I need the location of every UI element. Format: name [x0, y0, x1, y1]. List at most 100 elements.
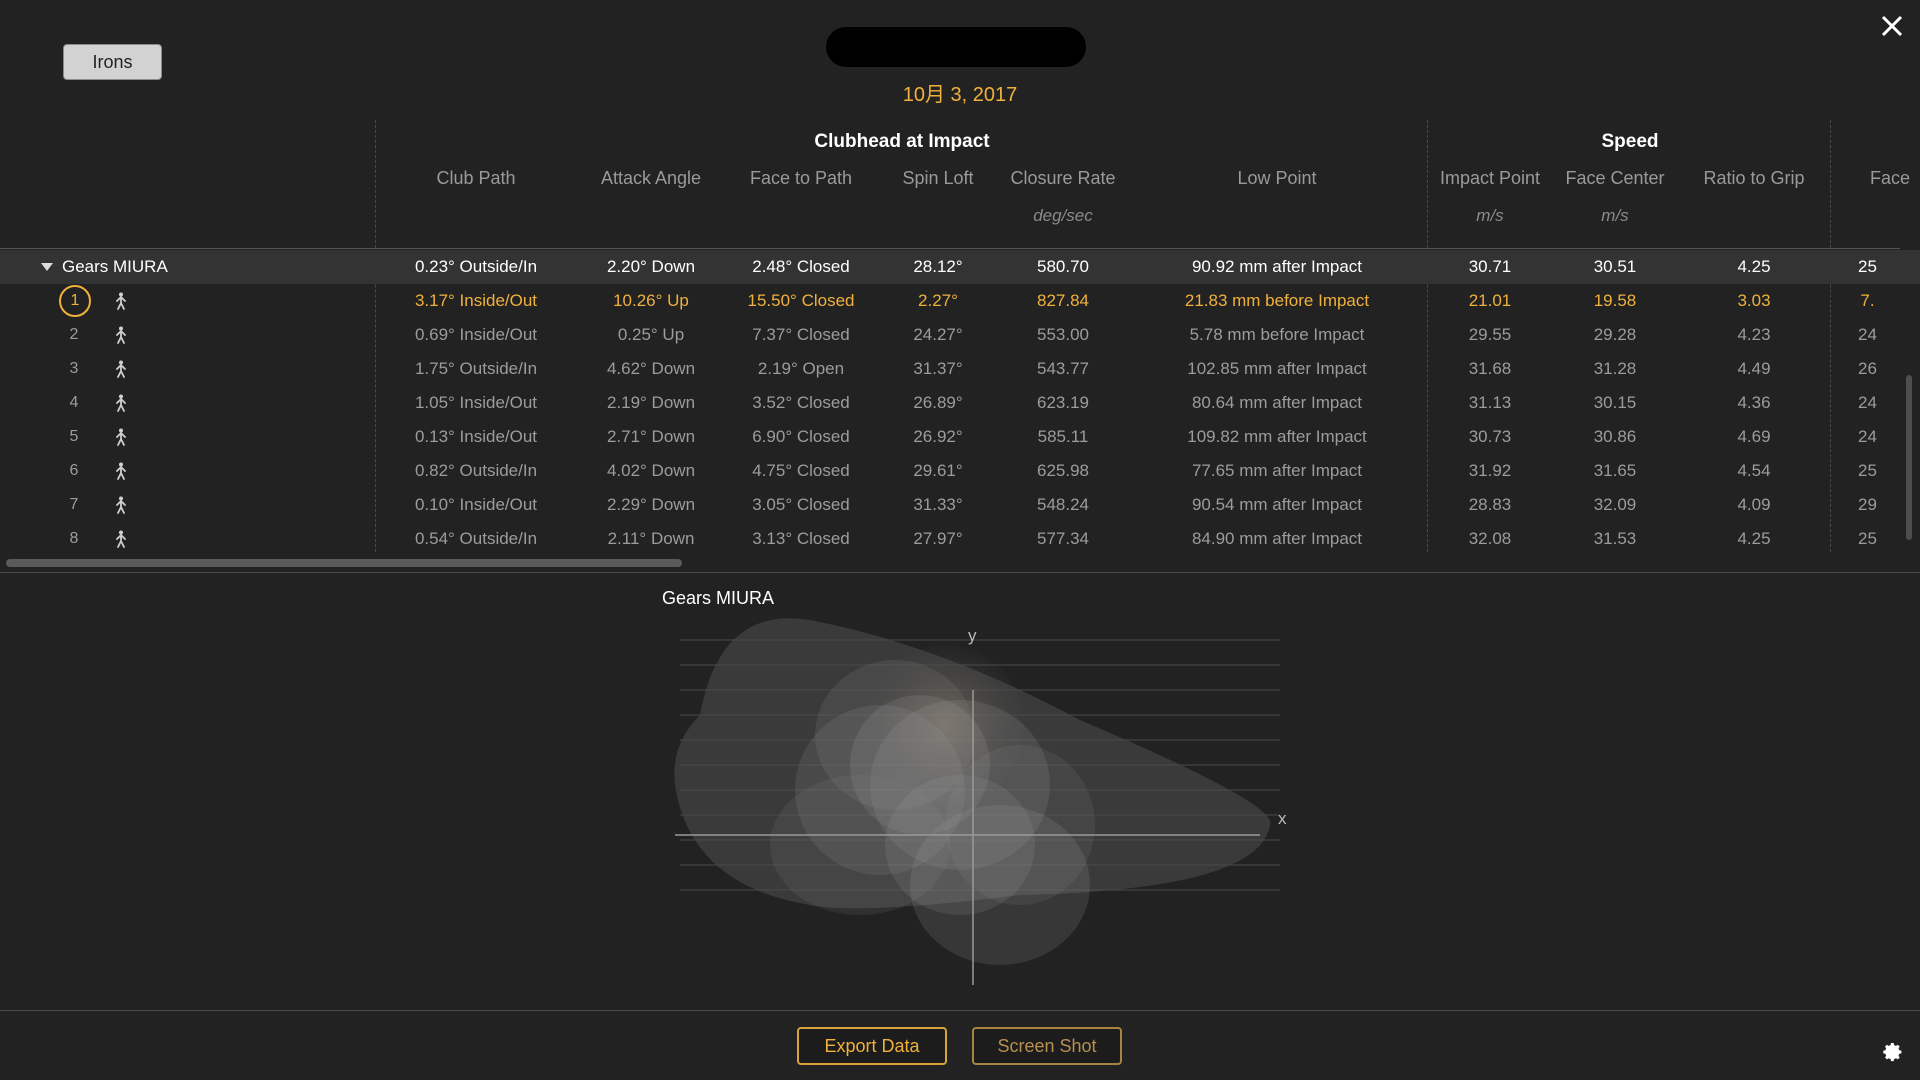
table-cell: 26 [1858, 359, 1877, 378]
table-cell: 10.26° Up [613, 291, 689, 310]
table-row[interactable]: 2 0.69° Inside/Out 0.25° Up 7.37° Closed 24.… [0, 318, 1920, 352]
table-cell: 4.49 [1737, 359, 1771, 378]
table-cell: 0.23° Outside/In [414, 257, 538, 276]
table-cell: 30.51 [1593, 257, 1637, 276]
golfer-icon[interactable] [113, 530, 129, 548]
footer-divider [0, 1010, 1920, 1011]
shot-number: 6 [69, 462, 79, 479]
column-header[interactable]: Closure Rate [993, 168, 1133, 189]
table-cell: 0.10° Inside/Out [414, 495, 538, 514]
table-cell: 585.11 [1037, 427, 1089, 446]
table-cell: 24.27° [913, 325, 963, 344]
table-cell: 3.17° Inside/Out [414, 291, 538, 310]
column-header[interactable]: Attack Angle [571, 168, 731, 189]
table-cell: 29.28 [1593, 325, 1637, 344]
table-cell: 2.19° Open [757, 359, 845, 378]
expand-triangle-icon[interactable] [41, 263, 53, 271]
table-cell: 31.13 [1468, 393, 1512, 412]
table-cell: 29 [1858, 495, 1877, 514]
table-cell: 90.54 mm after Impact [1191, 495, 1363, 514]
golfer-icon[interactable] [113, 360, 129, 378]
column-header[interactable]: Face [1830, 168, 1920, 189]
table-cell: 30.73 [1468, 427, 1512, 446]
column-header[interactable]: Club Path [381, 168, 571, 189]
table-cell: 553.00 [1037, 325, 1089, 344]
table-cell: 580.70 [1037, 257, 1089, 276]
table-row[interactable]: 1 3.17° Inside/Out 10.26° Up 15.50° Closed 2… [0, 284, 1920, 318]
table-cell: 30.15 [1593, 393, 1637, 412]
table-cell: 4.62° Down [606, 359, 696, 378]
column-unit: m/s [1476, 206, 1504, 225]
x-axis-label: x [1278, 809, 1287, 828]
table-row[interactable]: 7 0.10° Inside/Out 2.29° Down 3.05° Closed 3… [0, 488, 1920, 522]
table-cell: 1.75° Outside/In [414, 359, 538, 378]
table-cell: 31.68 [1468, 359, 1512, 378]
table-cell: 577.34 [1037, 529, 1089, 548]
table-row[interactable]: 6 0.82° Outside/In 4.02° Down 4.75° Closed 2… [0, 454, 1920, 488]
table-cell: 3.03 [1737, 291, 1771, 310]
club-name: Gears MIURA [62, 257, 168, 276]
export-data-button[interactable]: Export Data [797, 1027, 947, 1065]
table-row[interactable]: 5 0.13° Inside/Out 2.71° Down 6.90° Closed 2… [0, 420, 1920, 454]
column-header[interactable]: Spin Loft [883, 168, 993, 189]
section-divider [0, 572, 1920, 573]
golfer-icon[interactable] [113, 292, 129, 310]
table-cell: 102.85 mm after Impact [1187, 359, 1367, 378]
table-cell: 5.78 mm before Impact [1189, 325, 1365, 344]
gear-icon[interactable] [1880, 1040, 1904, 1064]
table-cell: 2.29° Down [606, 495, 696, 514]
table-row[interactable]: 8 0.54° Outside/In 2.11° Down 3.13° Closed 2… [0, 522, 1920, 556]
table-cell: 0.25° Up [617, 325, 685, 344]
table-cell: 19.58 [1593, 291, 1637, 310]
column-header[interactable]: Low Point [1137, 168, 1417, 189]
table-cell: 25 [1858, 529, 1877, 548]
table-cell: 0.82° Outside/In [414, 461, 538, 480]
close-icon[interactable] [1876, 10, 1908, 42]
table-cell: 623.19 [1037, 393, 1089, 412]
column-header[interactable]: Impact Point [1430, 168, 1550, 189]
table-cell: 24 [1858, 427, 1877, 446]
table-cell: 3.05° Closed [752, 495, 850, 514]
column-header[interactable]: Face to Path [721, 168, 881, 189]
vertical-scrollbar[interactable] [1906, 375, 1912, 540]
table-cell: 80.64 mm after Impact [1191, 393, 1363, 412]
table-cell: 4.25 [1737, 529, 1771, 548]
table-cell: 28.83 [1468, 495, 1512, 514]
table-cell: 2.48° Closed [752, 257, 850, 276]
club-selector-button[interactable]: Irons [63, 44, 162, 80]
table-row[interactable]: 3 1.75° Outside/In 4.62° Down 2.19° Open 31.… [0, 352, 1920, 386]
screen-shot-button[interactable]: Screen Shot [972, 1027, 1122, 1065]
club-summary-row[interactable]: Gears MIURA 0.23° Outside/In 2.20° Down 2.… [0, 250, 1920, 284]
table-cell: 29.55 [1468, 325, 1512, 344]
shot-data-table: Clubhead at Impact Speed Club Path Attack… [0, 120, 1920, 570]
table-cell: 25 [1858, 257, 1877, 276]
table-cell: 24 [1858, 325, 1877, 344]
table-cell: 543.77 [1037, 359, 1089, 378]
table-cell: 4.69 [1737, 427, 1771, 446]
table-row[interactable]: 4 1.05° Inside/Out 2.19° Down 3.52° Closed 2… [0, 386, 1920, 420]
group-title-clubhead: Clubhead at Impact [814, 131, 990, 152]
table-cell: 30.71 [1468, 257, 1512, 276]
table-cell: 2.27° [918, 291, 958, 310]
table-cell: 4.09 [1737, 495, 1771, 514]
golfer-icon[interactable] [113, 394, 129, 412]
table-cell: 1.05° Inside/Out [414, 393, 538, 412]
table-cell: 4.23 [1737, 325, 1771, 344]
table-cell: 31.33° [913, 495, 963, 514]
table-cell: 21.83 mm before Impact [1184, 291, 1370, 310]
shot-number: 2 [69, 326, 79, 343]
horizontal-scrollbar[interactable] [6, 559, 682, 567]
golfer-icon[interactable] [113, 496, 129, 514]
table-cell: 31.28 [1593, 359, 1637, 378]
column-header[interactable]: Face Center [1555, 168, 1675, 189]
golfer-icon[interactable] [113, 462, 129, 480]
table-cell: 0.54° Outside/In [414, 529, 538, 548]
table-cell: 30.86 [1593, 427, 1637, 446]
golfer-icon[interactable] [113, 326, 129, 344]
table-cell: 77.65 mm after Impact [1191, 461, 1363, 480]
table-cell: 31.37° [913, 359, 963, 378]
table-cell: 28.12° [913, 257, 963, 276]
column-unit: deg/sec [1033, 206, 1093, 225]
column-header[interactable]: Ratio to Grip [1684, 168, 1824, 189]
golfer-icon[interactable] [113, 428, 129, 446]
